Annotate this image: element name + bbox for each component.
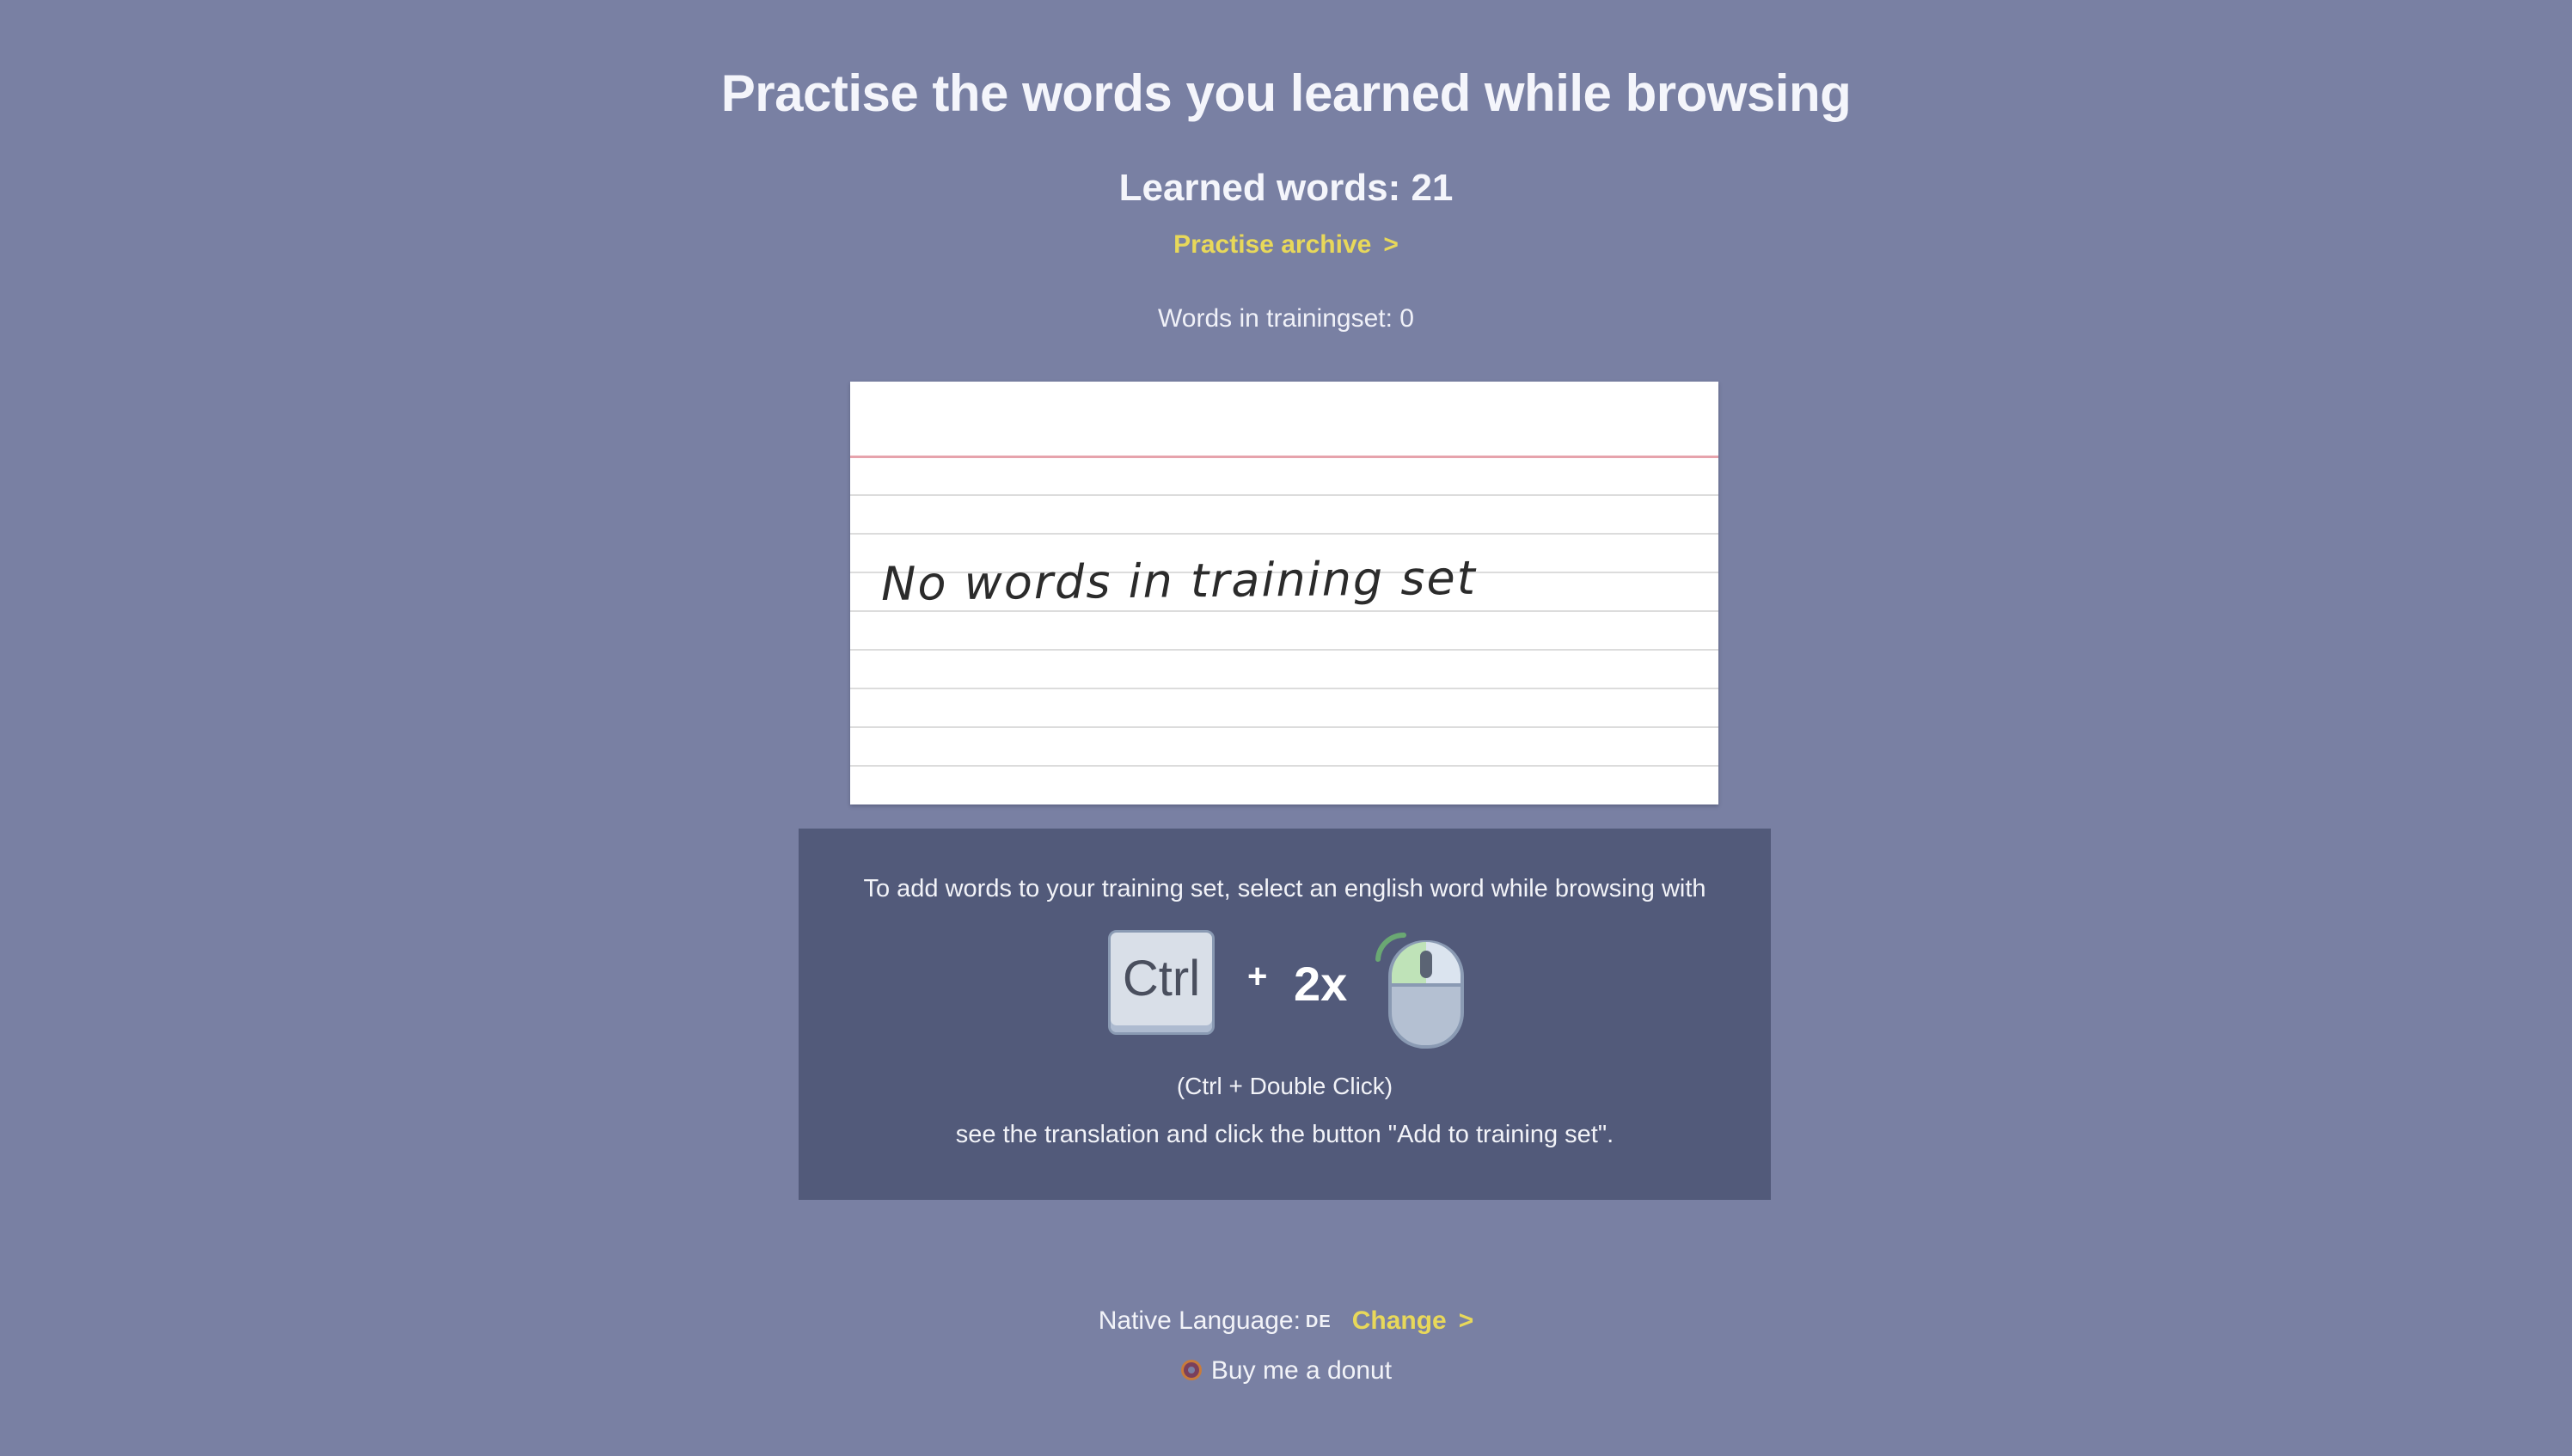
buy-donut-link[interactable]: Buy me a donut [0, 1356, 2572, 1386]
empty-set-message: No words in training set [880, 550, 1478, 611]
practise-archive-link[interactable]: Practise archive > [0, 230, 2572, 260]
plus-sign: + [1247, 957, 1268, 995]
native-language-row: Native Language: DE Change > [0, 1306, 2572, 1336]
card-rule [850, 533, 1718, 535]
page-title: Practise the words you learned while bro… [720, 64, 1852, 122]
ctrl-key-icon: Ctrl [1108, 930, 1215, 1035]
change-language-link[interactable]: Change > [1352, 1306, 1474, 1335]
change-language-label: Change [1351, 1306, 1447, 1335]
chevron-right-icon: > [1383, 230, 1399, 259]
double-click-count: 2x [1294, 957, 1348, 1011]
instructions-intro: To add words to your training set, selec… [863, 875, 1706, 902]
trainingset-count: Words in trainingset: 0 [1158, 304, 1414, 333]
instructions-panel: To add words to your training set, selec… [799, 829, 1771, 1200]
native-language-label: Native Language: [1098, 1306, 1301, 1335]
native-language-code: DE [1305, 1312, 1332, 1331]
shortcut-description: (Ctrl + Double Click) [1176, 1073, 1393, 1099]
instructions-outro: see the translation and click the button… [955, 1121, 1614, 1148]
card-rule [850, 649, 1718, 651]
mouse-double-click-icon [1375, 932, 1464, 1049]
card-rule [850, 610, 1718, 612]
card-rule [850, 688, 1718, 689]
card-rule [850, 494, 1718, 496]
card-rule [850, 765, 1718, 767]
shortcut-illustration: Ctrl + 2x [1108, 930, 1469, 1052]
chevron-right-icon: > [1458, 1306, 1474, 1335]
flashcard: No words in training set [850, 382, 1718, 804]
practise-archive-label: Practise archive [1173, 230, 1372, 259]
card-rule [850, 726, 1718, 728]
buy-donut-label: Buy me a donut [1210, 1356, 1393, 1385]
donut-icon [1180, 1360, 1202, 1380]
card-margin-line [850, 456, 1718, 458]
learned-words-count: Learned words: 21 [1118, 167, 1454, 209]
